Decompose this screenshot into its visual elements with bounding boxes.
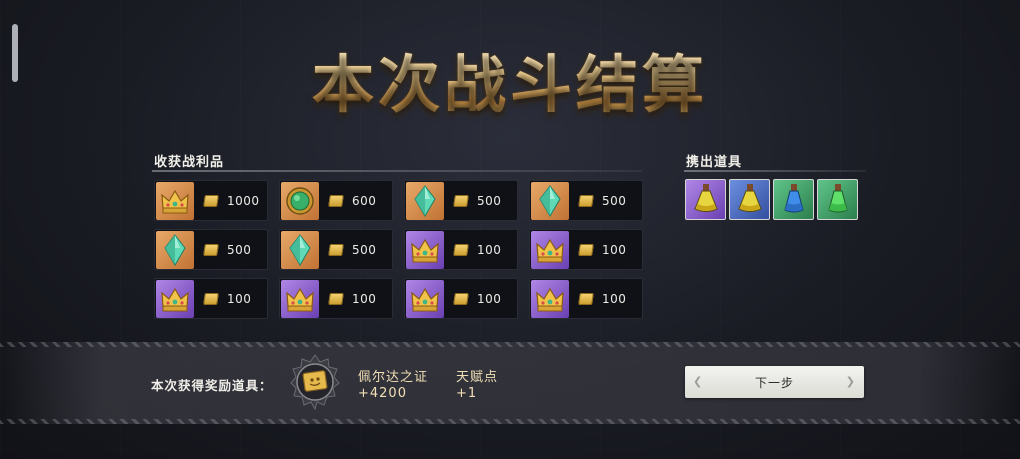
loot-amount: 500 [352, 242, 377, 257]
page-title: 本次战斗结算 [0, 34, 1020, 124]
loot-item[interactable]: 100 [529, 229, 643, 270]
loot-amount: 100 [352, 291, 377, 306]
crown-icon [156, 279, 194, 318]
crown-icon [406, 279, 444, 318]
emerald-icon [281, 181, 319, 220]
loot-amount: 600 [352, 193, 377, 208]
taken-item[interactable] [817, 179, 858, 220]
coin-icon [203, 194, 219, 207]
crown-icon [531, 230, 569, 269]
green-potion-icon [826, 182, 850, 218]
token-value: +4200 [358, 386, 407, 401]
loot-item[interactable]: 500 [529, 180, 643, 221]
perda-token-icon [290, 354, 340, 410]
loot-amount: 100 [477, 291, 502, 306]
taken-section-divider [684, 170, 866, 172]
coin-icon [453, 243, 469, 256]
coin-icon [453, 194, 469, 207]
loot-amount: 500 [477, 193, 502, 208]
loot-item[interactable]: 100 [279, 278, 393, 319]
crystal-icon [281, 230, 319, 269]
loot-amount: 500 [602, 193, 627, 208]
crown-icon [531, 279, 569, 318]
loot-amount: 100 [602, 242, 627, 257]
taken-items-row [685, 179, 858, 220]
loot-amount: 100 [602, 291, 627, 306]
loot-section-label: 收获战利品 [154, 155, 225, 170]
blue-potion-icon [782, 182, 806, 218]
crown-icon [281, 279, 319, 318]
yellow-potion-icon [692, 182, 720, 218]
crown-icon [156, 181, 194, 220]
token-name: 佩尔达之证 [358, 370, 429, 385]
loot-item[interactable]: 100 [404, 278, 518, 319]
loot-item[interactable]: 100 [529, 278, 643, 319]
reward-label: 本次获得奖励道具： [151, 378, 273, 393]
coin-icon [203, 243, 219, 256]
loot-section-divider [152, 170, 642, 172]
crystal-icon [531, 181, 569, 220]
loot-grid: 1000 600 500 500 500 500 100 100 100 100 100 100 [154, 180, 643, 319]
coin-icon [453, 292, 469, 305]
coin-icon [328, 194, 344, 207]
coin-icon [578, 194, 594, 207]
yellow-potion-icon [736, 182, 764, 218]
taken-section-label: 携出道具 [686, 155, 743, 170]
chevron-left-icon: ❮ [693, 375, 704, 388]
loot-amount: 500 [227, 242, 252, 257]
taken-item[interactable] [773, 179, 814, 220]
coin-icon [328, 292, 344, 305]
next-step-label: 下一步 [754, 375, 794, 390]
crown-icon [406, 230, 444, 269]
loot-item[interactable]: 500 [279, 229, 393, 270]
loot-item[interactable]: 100 [154, 278, 268, 319]
crystal-icon [156, 230, 194, 269]
next-step-button[interactable]: ❮ 下一步 ❯ [685, 366, 864, 398]
chevron-right-icon: ❯ [845, 375, 856, 388]
coin-icon [578, 292, 594, 305]
loot-item[interactable]: 100 [404, 229, 518, 270]
talent-value: +1 [456, 386, 478, 401]
coin-icon [328, 243, 344, 256]
talent-name: 天赋点 [456, 370, 499, 385]
loot-item[interactable]: 500 [154, 229, 268, 270]
loot-item[interactable]: 500 [404, 180, 518, 221]
coin-icon [578, 243, 594, 256]
loot-item[interactable]: 1000 [154, 180, 268, 221]
taken-item[interactable] [729, 179, 770, 220]
crystal-icon [406, 181, 444, 220]
loot-amount: 100 [227, 291, 252, 306]
loot-amount: 100 [477, 242, 502, 257]
taken-item[interactable] [685, 179, 726, 220]
loot-amount: 1000 [227, 193, 260, 208]
loot-item[interactable]: 600 [279, 180, 393, 221]
coin-icon [203, 292, 219, 305]
